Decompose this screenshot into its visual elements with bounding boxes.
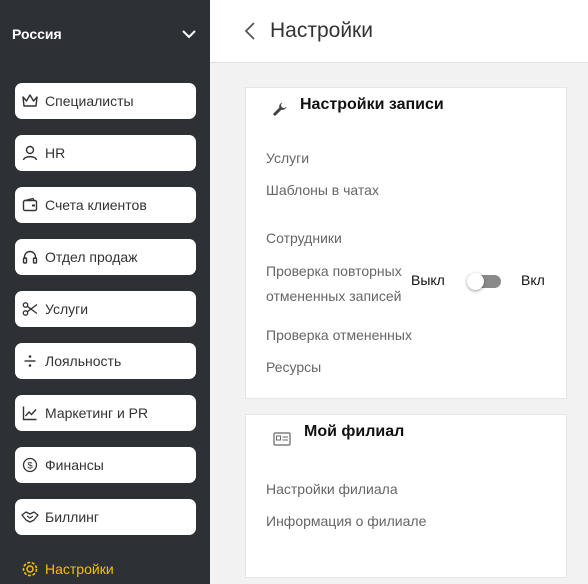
sidebar-item-specialists[interactable]: Специалисты: [15, 83, 196, 119]
sidebar-item-label: Маркетинг и PR: [45, 405, 149, 421]
divide-icon: [21, 352, 39, 370]
branch-info-link[interactable]: Информация о филиале: [266, 513, 426, 529]
branch-settings-link[interactable]: Настройки филиала: [266, 481, 398, 497]
repeat-cancelled-check-row: Проверка повторных отмененных записей Вы…: [266, 259, 566, 315]
sidebar-item-label: Лояльность: [45, 353, 122, 369]
toggle-off-label: Выкл: [411, 272, 445, 288]
gear-icon: [21, 560, 39, 578]
chevron-left-icon: [244, 22, 255, 40]
chat-templates-link[interactable]: Шаблоны в чатах: [266, 182, 379, 198]
page-title: Настройки: [270, 19, 373, 42]
handshake-icon: [21, 508, 39, 526]
card-title: Мой филиал: [304, 423, 405, 440]
headset-icon: [21, 248, 39, 266]
svg-text:$: $: [27, 461, 33, 472]
toggle-on-label: Вкл: [521, 272, 545, 288]
booking-settings-card: Настройки записи Услуги Шаблоны в чатах …: [245, 87, 567, 399]
sidebar-item-loyalty[interactable]: Лояльность: [15, 343, 196, 379]
sidebar-item-services[interactable]: Услуги: [15, 291, 196, 327]
check-cancelled-link[interactable]: Проверка отмененных: [266, 327, 412, 343]
sidebar-item-client-accounts[interactable]: Счета клиентов: [15, 187, 196, 223]
region-label: Россия: [12, 26, 62, 42]
toggle-knob: [467, 273, 484, 290]
services-link[interactable]: Услуги: [266, 150, 309, 166]
scissors-icon: [21, 300, 39, 318]
sidebar-item-label: Услуги: [45, 301, 89, 317]
resources-link[interactable]: Ресурсы: [266, 359, 321, 375]
sidebar-item-settings[interactable]: Настройки: [15, 551, 196, 584]
wrench-icon: [271, 100, 289, 118]
sidebar-item-label: HR: [45, 145, 66, 161]
employees-link[interactable]: Сотрудники: [266, 230, 342, 246]
sidebar-item-marketing[interactable]: Маркетинг и PR: [15, 395, 196, 431]
id-card-icon: [273, 430, 291, 448]
sidebar-item-label: Специалисты: [45, 93, 134, 109]
dollar-icon: $: [21, 456, 39, 474]
crown-icon: [21, 92, 39, 110]
repeat-cancelled-check-label: Проверка повторных отмененных записей: [266, 263, 402, 304]
wallet-icon: [21, 196, 39, 214]
region-selector[interactable]: Россия: [0, 0, 210, 68]
repeat-cancelled-check-toggle[interactable]: [467, 273, 501, 290]
sidebar-item-label: Финансы: [45, 457, 104, 473]
sidebar-item-billing[interactable]: Биллинг: [15, 499, 196, 535]
sidebar: Россия Специалисты HR Счета клиентов Отд…: [0, 0, 210, 584]
sidebar-item-label: Счета клиентов: [45, 197, 147, 213]
card-title: Настройки записи: [300, 96, 444, 113]
sidebar-item-hr[interactable]: HR: [15, 135, 196, 171]
person-icon: [21, 144, 39, 162]
page-header: Настройки: [210, 0, 588, 63]
chart-icon: [21, 404, 39, 422]
back-button[interactable]: [230, 11, 270, 51]
sidebar-item-sales[interactable]: Отдел продаж: [15, 239, 196, 275]
sidebar-item-label: Биллинг: [45, 509, 100, 525]
sidebar-item-label: Настройки: [45, 561, 114, 577]
sidebar-item-label: Отдел продаж: [45, 249, 138, 265]
my-branch-card: Мой филиал Настройки филиала Информация …: [245, 414, 567, 578]
sidebar-item-finance[interactable]: $ Финансы: [15, 447, 196, 483]
chevron-down-icon: [180, 25, 198, 43]
